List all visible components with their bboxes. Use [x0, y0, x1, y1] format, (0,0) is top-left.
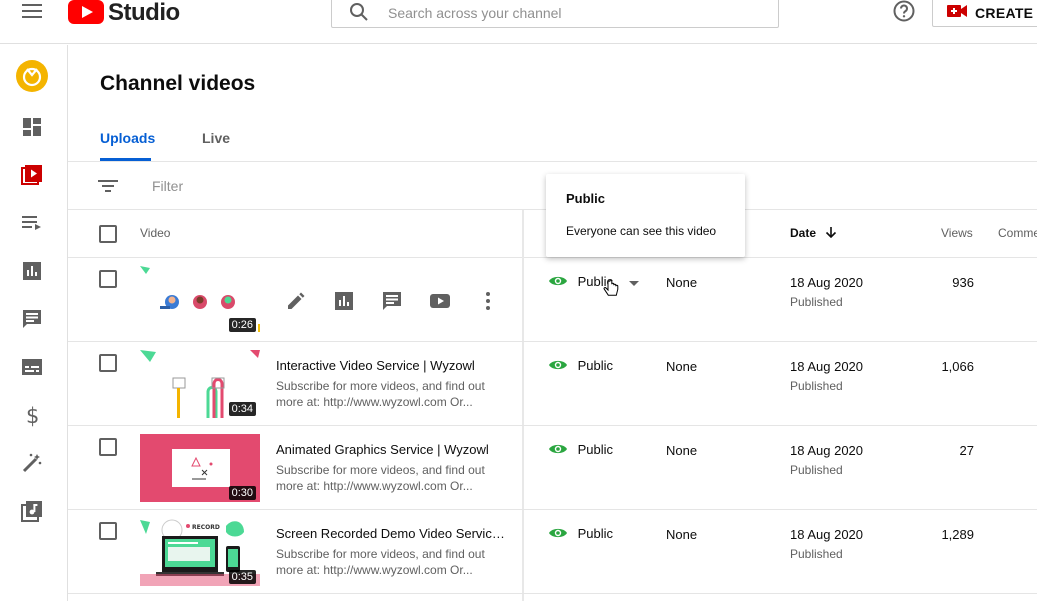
hand-cursor-icon	[603, 279, 619, 300]
video-title[interactable]: Interactive Video Service | Wyzowl	[276, 358, 508, 373]
analytics-icon[interactable]	[20, 259, 44, 283]
video-views: 936	[952, 275, 974, 290]
tab-uploads[interactable]: Uploads	[100, 130, 155, 146]
video-status: Published	[790, 379, 843, 393]
date-header-label: Date	[790, 226, 817, 240]
content-icon[interactable]	[20, 163, 44, 187]
video-description: Subscribe for more videos, and find out …	[276, 463, 485, 493]
search-box[interactable]: Search across your channel	[331, 0, 779, 28]
divider	[68, 593, 1037, 594]
restrictions-value: None	[666, 359, 698, 374]
video-date: 18 Aug 2020	[790, 359, 864, 374]
video-status: Published	[790, 295, 843, 309]
video-date: 18 Aug 2020	[790, 527, 864, 542]
analytics-icon[interactable]	[333, 290, 355, 312]
record-label: RECORD	[192, 524, 220, 531]
video-views: 1,066	[941, 359, 974, 374]
video-thumbnail[interactable]: 0:34	[140, 350, 260, 418]
video-description: Subscribe for more videos, and find out …	[276, 379, 485, 409]
filter-icon[interactable]	[98, 178, 118, 194]
row-checkbox[interactable]	[99, 270, 117, 288]
visibility-dropdown[interactable]: Public	[548, 526, 613, 543]
column-header-video: Video	[140, 226, 171, 240]
playlists-icon[interactable]	[20, 211, 44, 235]
filter-input[interactable]: Filter	[152, 178, 183, 194]
video-camera-icon	[947, 4, 967, 18]
audio-library-icon[interactable]	[20, 499, 44, 523]
search-input[interactable]: Search across your channel	[388, 5, 562, 21]
restrictions-value: None	[666, 443, 698, 458]
divider	[68, 341, 1037, 342]
comments-icon[interactable]	[20, 307, 44, 331]
divider	[68, 425, 1037, 426]
column-header-date[interactable]: Date	[790, 226, 837, 241]
video-thumbnail[interactable]: RECORD 0:35	[140, 518, 260, 586]
caret-down-icon	[628, 275, 639, 290]
youtube-icon[interactable]	[429, 290, 451, 312]
visibility-dropdown[interactable]: Public	[548, 274, 639, 291]
pencil-icon[interactable]	[285, 290, 307, 312]
brand-name: Studio	[108, 0, 180, 26]
restrictions-value: None	[666, 527, 698, 542]
video-title[interactable]: Animated Graphics Service | Wyzowl	[276, 442, 508, 457]
video-description: Subscribe for more videos, and find out …	[276, 547, 485, 577]
divider	[68, 509, 1037, 510]
arrow-down-icon	[825, 226, 837, 241]
search-icon[interactable]	[349, 2, 369, 22]
channel-avatar[interactable]	[16, 60, 48, 92]
video-views: 27	[959, 443, 974, 458]
visibility-dropdown[interactable]: Public	[548, 358, 613, 375]
visibility-label: Public	[577, 442, 614, 457]
create-button[interactable]: CREATE	[932, 0, 1037, 27]
row-checkbox[interactable]	[99, 438, 117, 456]
create-label: CREATE	[975, 5, 1034, 21]
eye-icon	[548, 526, 568, 543]
video-thumbnail[interactable]: 0:26	[140, 266, 260, 334]
column-header-comments[interactable]: Comme	[998, 226, 1037, 240]
page-title: Channel videos	[100, 72, 256, 95]
menu-icon[interactable]	[22, 3, 42, 19]
visibility-dropdown[interactable]: Public	[548, 442, 613, 459]
visibility-label: Public	[577, 526, 614, 541]
tooltip-description: Everyone can see this video	[566, 224, 717, 238]
eye-icon	[548, 274, 568, 291]
dashboard-icon[interactable]	[20, 115, 44, 139]
video-title[interactable]: Screen Recorded Demo Video Service ...	[276, 526, 508, 541]
tab-live[interactable]: Live	[202, 130, 230, 146]
divider	[68, 161, 1037, 162]
video-duration: 0:26	[228, 318, 256, 332]
more-vert-icon[interactable]	[477, 290, 499, 312]
video-date: 18 Aug 2020	[790, 443, 864, 458]
row-checkbox[interactable]	[99, 522, 117, 540]
subtitles-icon[interactable]	[20, 355, 44, 379]
help-icon[interactable]	[893, 0, 915, 22]
youtube-logo-icon[interactable]	[68, 0, 104, 24]
video-date: 18 Aug 2020	[790, 275, 864, 290]
video-thumbnail[interactable]: 0:30	[140, 434, 260, 502]
video-duration: 0:34	[228, 402, 256, 416]
eye-icon	[548, 442, 568, 459]
eye-icon	[548, 358, 568, 375]
tooltip-title: Public	[566, 191, 606, 206]
video-status: Published	[790, 547, 843, 561]
select-all-checkbox[interactable]	[99, 225, 117, 243]
video-status: Published	[790, 463, 843, 477]
comments-icon[interactable]	[381, 290, 403, 312]
svg-text:$: $	[26, 404, 39, 427]
column-header-views[interactable]: Views	[941, 226, 973, 240]
top-bar: Studio Search across your channel CREATE	[0, 0, 1037, 44]
restrictions-value: None	[666, 275, 698, 290]
video-duration: 0:35	[228, 570, 256, 584]
video-views: 1,289	[941, 527, 974, 542]
video-duration: 0:30	[228, 486, 256, 500]
row-checkbox[interactable]	[99, 354, 117, 372]
customization-icon[interactable]	[20, 451, 44, 475]
monetization-icon[interactable]: $	[20, 403, 44, 428]
visibility-tooltip: Public Everyone can see this video	[546, 174, 745, 257]
visibility-label: Public	[577, 358, 614, 373]
sidebar: $	[0, 45, 68, 601]
